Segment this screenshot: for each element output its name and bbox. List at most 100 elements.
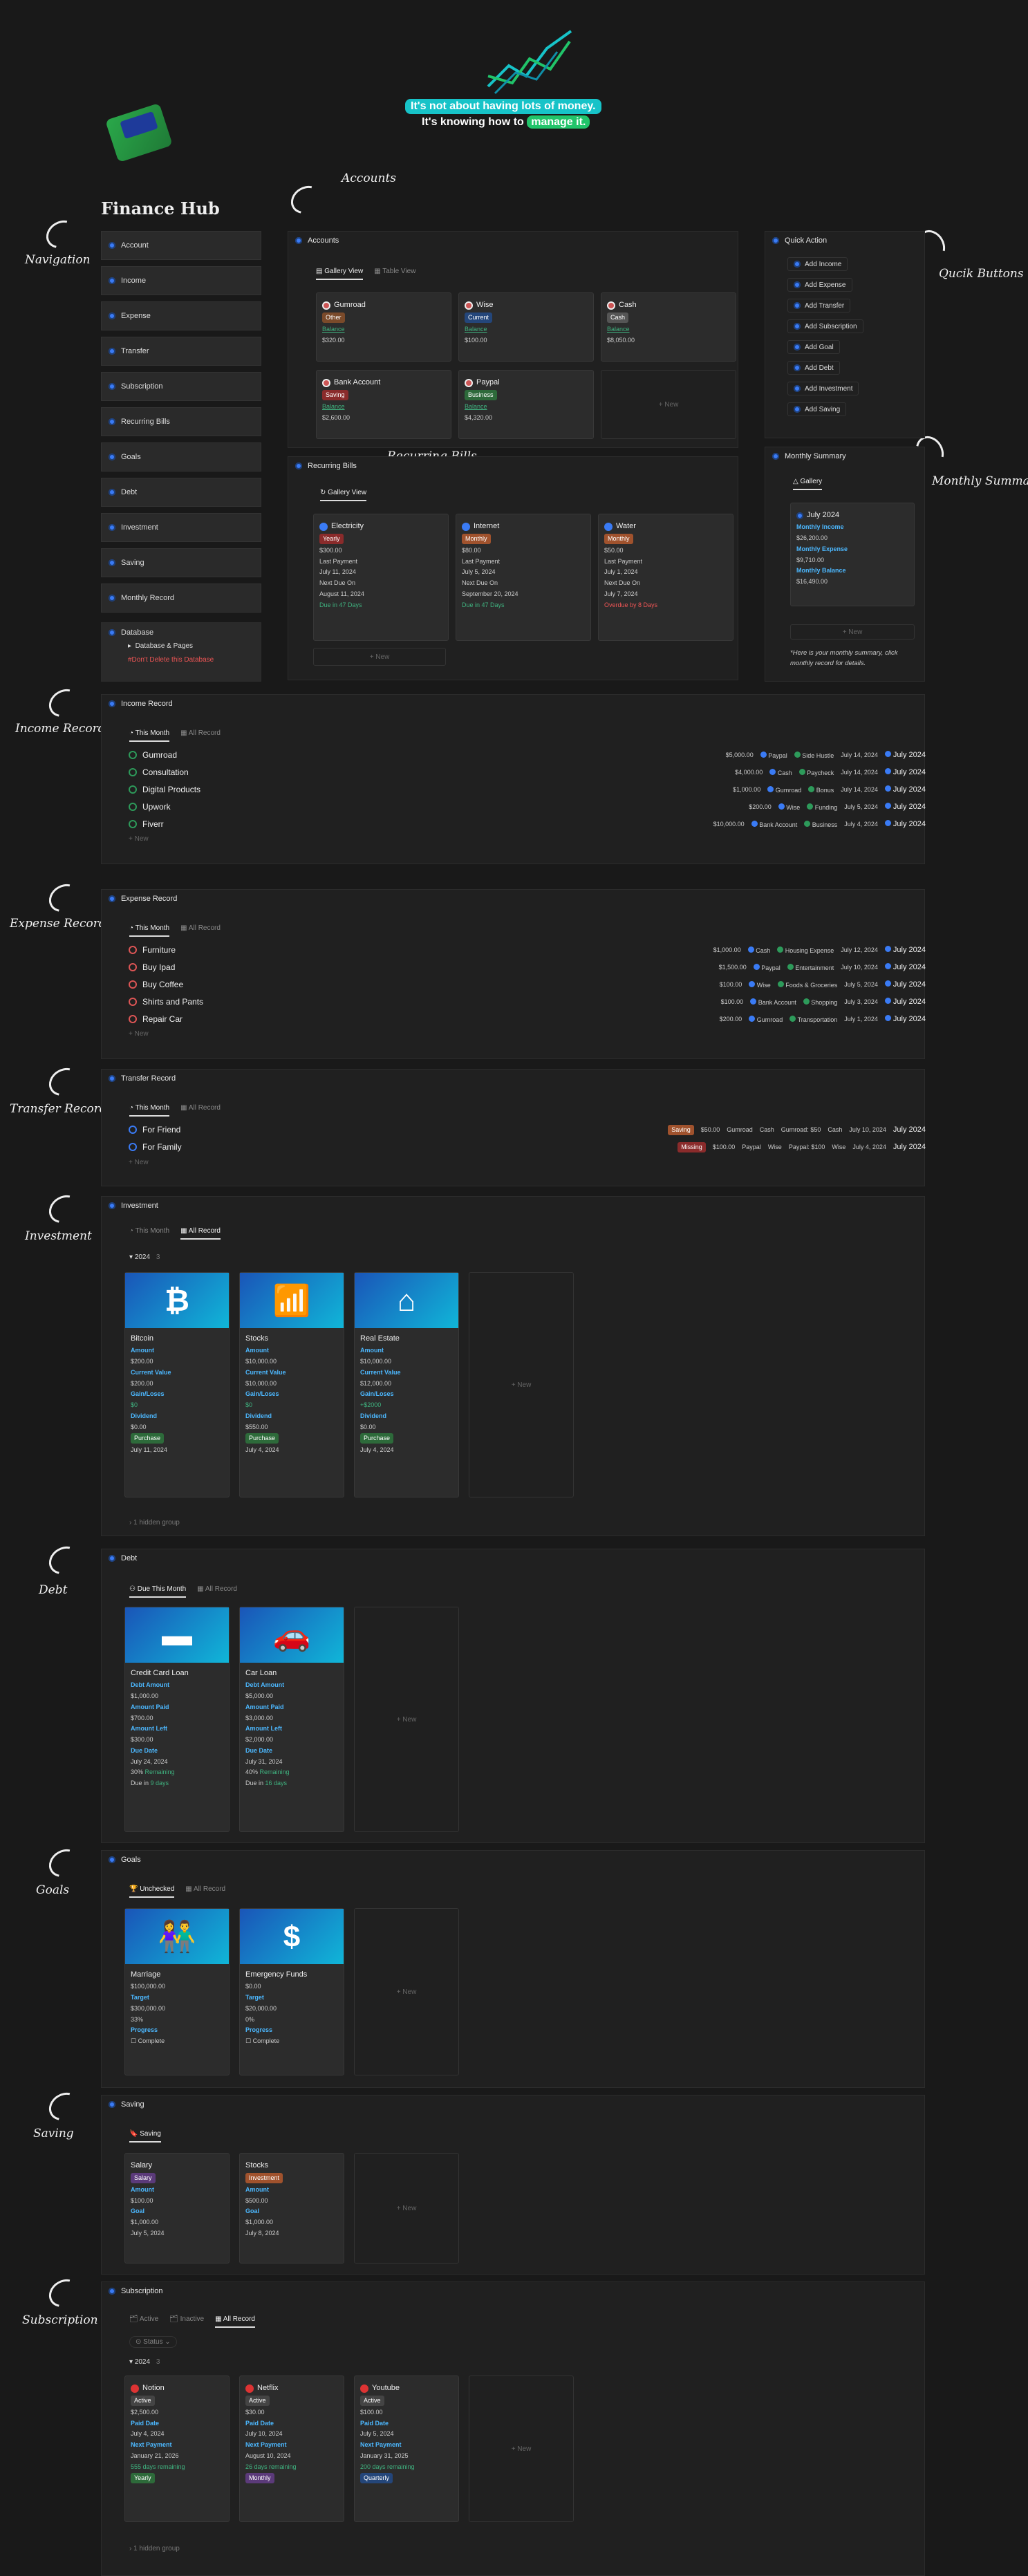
tab-gallery[interactable]: △ Gallery <box>793 478 823 490</box>
hidden-group[interactable]: › 1 hidden group <box>129 2545 180 2552</box>
new-debt-button[interactable]: + New <box>354 1607 459 1832</box>
tab-active[interactable]: 🗂 Active <box>129 2315 158 2328</box>
frequency-tag: Monthly <box>462 534 491 545</box>
bill-card[interactable]: Water Monthly $50.00 Last Payment July 1… <box>598 514 733 641</box>
tab-all-record[interactable]: ▦ All Record <box>180 729 221 742</box>
quick-button[interactable]: Add Income <box>787 257 848 271</box>
new-goal-button[interactable]: + New <box>354 1908 459 2075</box>
table-row[interactable]: Buy Ipad $1,500.00 Paypal Entertainment … <box>129 959 926 976</box>
account-card[interactable]: Bank Account Saving Balance $2,600.00 <box>316 370 451 439</box>
quick-button[interactable]: Add Transfer <box>787 299 851 312</box>
new-recurring-button[interactable]: + New <box>313 648 446 666</box>
tab-this-month[interactable]: ◔ This Month <box>129 1227 169 1240</box>
nav-icon <box>109 242 115 249</box>
tab-due-this-month[interactable]: ⚇ Due This Month <box>129 1585 187 1598</box>
frequency-tag: Yearly <box>319 534 344 545</box>
table-row[interactable]: Digital Products $1,000.00 Gumroad Bonus… <box>129 781 926 798</box>
new-transfer-button[interactable]: + New <box>129 1159 149 1166</box>
table-row[interactable]: Furniture $1,000.00 Cash Housing Expense… <box>129 942 926 958</box>
table-row[interactable]: Consultation $4,000.00 Cash Paycheck Jul… <box>129 764 926 781</box>
tab-all-record[interactable]: ▦ All Record <box>185 1885 225 1898</box>
balance-value: $16,490.00 <box>796 578 828 585</box>
table-row[interactable]: For Family Missing $100.00 Paypal Wise P… <box>129 1139 926 1155</box>
bill-card[interactable]: Electricity Yearly $300.00 Last Payment … <box>313 514 449 641</box>
table-row[interactable]: Gumroad $5,000.00 Paypal Side Hustle Jul… <box>129 747 926 763</box>
database-link[interactable]: ▸ Database & Pages <box>128 642 193 650</box>
table-row[interactable]: Buy Coffee $100.00 Wise Foods & Grocerie… <box>129 976 926 993</box>
table-row[interactable]: Fiverr $10,000.00 Bank Account Business … <box>129 816 926 832</box>
new-expense-button[interactable]: + New <box>129 1030 149 1038</box>
sidebar-item[interactable]: Debt <box>101 478 261 507</box>
subscription-card[interactable]: Notion Active $2,500.00 Paid Date July 4… <box>124 2376 230 2522</box>
sidebar-item[interactable]: Transfer <box>101 337 261 366</box>
group-header[interactable]: ▾ 2024 3 <box>129 1253 160 1261</box>
sidebar-item[interactable]: Expense <box>101 301 261 330</box>
sidebar-item[interactable]: Goals <box>101 442 261 472</box>
debt-card[interactable]: ▬ Credit Card Loan Debt Amount $1,000.00… <box>124 1607 230 1832</box>
quick-button[interactable]: Add Goal <box>787 340 840 354</box>
new-subscription-button[interactable]: + New <box>469 2376 574 2522</box>
account-card[interactable]: Cash Cash Balance $8,050.00 <box>601 292 736 362</box>
quick-button[interactable]: Add Investment <box>787 382 859 395</box>
subscription-card[interactable]: Netflix Active $30.00 Paid Date July 10,… <box>239 2376 344 2522</box>
bill-card[interactable]: Internet Monthly $80.00 Last Payment Jul… <box>456 514 591 641</box>
sidebar-item[interactable]: Account <box>101 231 261 260</box>
new-income-button[interactable]: + New <box>129 835 149 843</box>
tab-this-month[interactable]: ◔ This Month <box>129 1104 170 1117</box>
new-investment-button[interactable]: + New <box>469 1272 574 1497</box>
table-row[interactable]: Upwork $200.00 Wise Funding July 5, 2024… <box>129 799 926 815</box>
account-card[interactable]: Gumroad Other Balance $320.00 <box>316 292 451 362</box>
quick-button[interactable]: Add Subscription <box>787 319 863 333</box>
tab-this-month[interactable]: ◔ This Month <box>129 729 170 742</box>
tab-unchecked[interactable]: 🏆 Unchecked <box>129 1885 175 1898</box>
status-filter[interactable]: ⊙ Status ⌄ <box>129 2336 177 2348</box>
tab-inactive[interactable]: 🗂 Inactive <box>169 2315 204 2328</box>
tab-all-record[interactable]: ▦ All Record <box>180 1104 221 1117</box>
new-monthly-button[interactable]: + New <box>790 624 915 640</box>
investment-card[interactable]: 📶 Stocks Amount $10,000.00 Current Value… <box>239 1272 344 1497</box>
sidebar-item[interactable]: Monthly Record <box>101 584 261 613</box>
quick-button[interactable]: Add Expense <box>787 278 852 292</box>
tab-table-view[interactable]: ▦ Table View <box>374 268 415 280</box>
subscription-card[interactable]: Youtube Active $100.00 Paid Date July 5,… <box>354 2376 459 2522</box>
group-header[interactable]: ▾ 2024 3 <box>129 2358 160 2366</box>
sidebar-item[interactable]: Recurring Bills <box>101 407 261 436</box>
new-account-button[interactable]: + New <box>601 370 736 439</box>
quick-button[interactable]: Add Debt <box>787 361 840 375</box>
goal-card[interactable]: 👫 Marriage $100,000.00 Target $300,000.0… <box>124 1908 230 2075</box>
quick-button[interactable]: Add Saving <box>787 402 847 416</box>
tab-gallery-view[interactable]: ↻ Gallery View <box>320 489 367 501</box>
goal-value: $1,000.00 <box>245 2219 274 2225</box>
account-card[interactable]: Paypal Business Balance $4,320.00 <box>458 370 594 439</box>
debt-card[interactable]: 🚗 Car Loan Debt Amount $5,000.00 Amount … <box>239 1607 344 1832</box>
account-icon <box>767 785 774 792</box>
bill-amount: $80.00 <box>462 546 481 554</box>
saving-card[interactable]: Stocks Investment Amount $500.00 Goal $1… <box>239 2153 344 2264</box>
complete-checkbox[interactable]: ☐ Complete <box>131 2036 223 2047</box>
new-saving-button[interactable]: + New <box>354 2153 459 2264</box>
amount-value: $200.00 <box>131 1358 153 1365</box>
goal-card[interactable]: $ Emergency Funds $0.00 Target $20,000.0… <box>239 1908 344 2075</box>
tab-this-month[interactable]: ◔ This Month <box>129 924 170 937</box>
saving-card[interactable]: Salary Salary Amount $100.00 Goal $1,000… <box>124 2153 230 2264</box>
tab-gallery-view[interactable]: ▤ Gallery View <box>316 268 364 280</box>
table-row[interactable]: For Friend Saving $50.00 Gumroad Cash Gu… <box>129 1121 926 1138</box>
sidebar-item[interactable]: Subscription <box>101 372 261 401</box>
complete-checkbox[interactable]: ☐ Complete <box>245 2036 338 2047</box>
monthly-card[interactable]: July 2024 Monthly Income $26,200.00 Mont… <box>790 503 915 606</box>
table-row[interactable]: Shirts and Pants $100.00 Bank Account Sh… <box>129 993 926 1010</box>
tab-saving[interactable]: 🔖 Saving <box>129 2130 161 2143</box>
sidebar-item[interactable]: Saving <box>101 548 261 577</box>
last-payment-label: Last Payment <box>604 557 643 565</box>
table-row[interactable]: Repair Car $200.00 Gumroad Transportatio… <box>129 1011 926 1027</box>
tab-all-record[interactable]: ▦ All Record <box>180 1227 221 1240</box>
account-card[interactable]: Wise Current Balance $100.00 <box>458 292 594 362</box>
investment-card[interactable]: ₿ Bitcoin Amount $200.00 Current Value $… <box>124 1272 230 1497</box>
tab-all-record[interactable]: ▦ All Record <box>215 2315 255 2328</box>
sidebar-item[interactable]: Income <box>101 266 261 295</box>
investment-card[interactable]: ⌂ Real Estate Amount $10,000.00 Current … <box>354 1272 459 1497</box>
hidden-group[interactable]: › 1 hidden group <box>129 1519 180 1527</box>
tab-all-record[interactable]: ▦ All Record <box>197 1585 237 1598</box>
tab-all-record[interactable]: ▦ All Record <box>180 924 221 937</box>
sidebar-item[interactable]: Investment <box>101 513 261 542</box>
